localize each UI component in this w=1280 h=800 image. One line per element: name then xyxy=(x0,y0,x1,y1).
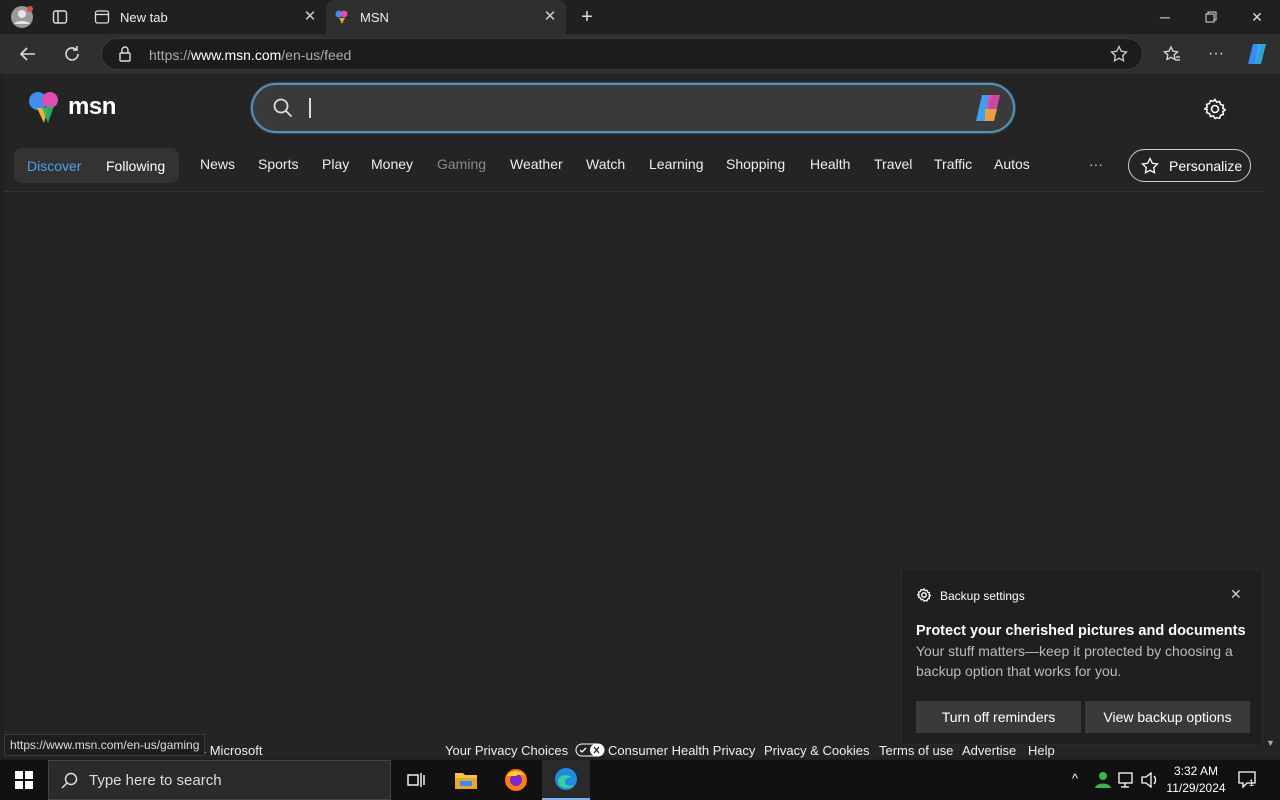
nav-sports[interactable]: Sports xyxy=(258,156,298,172)
close-window-icon[interactable]: ✕ xyxy=(1234,0,1280,34)
privacy-toggle-icon xyxy=(575,743,605,757)
advertise-link[interactable]: Advertise xyxy=(962,743,1016,758)
msn-butterfly-icon xyxy=(29,92,58,123)
network-icon[interactable] xyxy=(1118,772,1136,793)
new-tab-icon xyxy=(94,9,110,25)
file-explorer-icon[interactable] xyxy=(442,760,490,800)
action-center-icon[interactable]: 1 xyxy=(1238,771,1258,794)
toast-body: Your stuff matters—keep it protected by … xyxy=(916,643,1233,679)
browser-toolbar: https://www.msn.com/en-us/feed ··· xyxy=(0,34,1280,74)
people-tray-icon[interactable] xyxy=(1094,771,1112,794)
edge-icon[interactable] xyxy=(542,760,590,800)
notification-badge: 1 xyxy=(1249,778,1255,788)
link-status-url: https://www.msn.com/en-us/gaming xyxy=(4,734,206,756)
view-backup-options-button[interactable]: View backup options xyxy=(1085,701,1250,733)
nav-learning[interactable]: Learning xyxy=(649,156,704,172)
nav-news[interactable]: News xyxy=(200,156,235,172)
nav-play[interactable]: Play xyxy=(322,156,349,172)
minimize-icon[interactable]: ─ xyxy=(1142,0,1188,34)
windows-taskbar: Type here to search ^ 3:32 AM 11/29/2024… xyxy=(0,760,1280,800)
firefox-icon[interactable] xyxy=(492,760,540,800)
text-caret xyxy=(309,98,311,118)
backup-notification: Backup settings ✕ Protect your cherished… xyxy=(901,569,1263,745)
task-view-icon[interactable] xyxy=(392,760,440,800)
clock-date: 11/29/2024 xyxy=(1166,781,1226,795)
nav-shopping[interactable]: Shopping xyxy=(726,156,785,172)
search-input[interactable] xyxy=(251,83,1015,133)
vertical-tabs-icon[interactable] xyxy=(50,8,70,26)
nav-autos[interactable]: Autos xyxy=(994,156,1030,172)
consumer-health-link[interactable]: Consumer Health Privacy xyxy=(608,743,755,758)
back-button[interactable] xyxy=(12,38,44,70)
close-toast-icon[interactable]: ✕ xyxy=(1230,586,1242,603)
category-nav: Discover Following News Sports Play Mone… xyxy=(4,146,1262,192)
more-categories-icon[interactable]: ··· xyxy=(1089,156,1103,172)
nav-watch[interactable]: Watch xyxy=(586,156,625,172)
copilot-search-icon[interactable] xyxy=(973,93,1005,128)
terms-link[interactable]: Terms of use xyxy=(879,743,953,758)
tab-label: New tab xyxy=(120,9,168,25)
restore-icon[interactable] xyxy=(1188,0,1234,34)
turn-off-reminders-button[interactable]: Turn off reminders xyxy=(916,701,1081,733)
new-tab-plus-icon[interactable]: + xyxy=(577,6,597,28)
url-text: https://www.msn.com/en-us/feed xyxy=(149,47,352,63)
settings-gear-icon[interactable] xyxy=(1200,94,1230,124)
settings-gear-small-icon xyxy=(915,587,932,607)
scroll-down-arrow-icon[interactable]: ▼ xyxy=(1266,738,1275,748)
toast-heading: Protect your cherished pictures and docu… xyxy=(916,623,1246,639)
title-bar: New tab ✕ MSN ✕ + ─ ✕ xyxy=(0,0,1280,34)
help-link[interactable]: Help xyxy=(1028,743,1055,758)
close-tab-icon[interactable]: ✕ xyxy=(302,9,318,25)
start-windows-icon[interactable] xyxy=(0,760,48,800)
taskbar-search-input[interactable]: Type here to search xyxy=(48,760,391,800)
search-icon xyxy=(61,772,79,794)
nav-gaming[interactable]: Gaming xyxy=(437,156,486,172)
search-icon[interactable] xyxy=(273,98,293,123)
address-bar[interactable]: https://www.msn.com/en-us/feed xyxy=(101,38,1143,70)
system-clock[interactable]: 3:32 AM 11/29/2024 xyxy=(1160,763,1232,797)
nav-weather[interactable]: Weather xyxy=(510,156,563,172)
tab-msn[interactable]: MSN ✕ xyxy=(326,0,566,34)
sparkle-star-icon xyxy=(1141,156,1159,178)
clock-time: 3:32 AM xyxy=(1173,764,1219,778)
show-hidden-icons-chevron-icon[interactable]: ^ xyxy=(1072,771,1078,786)
favorite-star-icon[interactable] xyxy=(1110,44,1128,68)
tab-new-tab[interactable]: New tab ✕ xyxy=(86,0,326,34)
tab-discover[interactable]: Discover xyxy=(27,158,81,174)
favorites-icon[interactable] xyxy=(1156,38,1188,70)
nav-traffic[interactable]: Traffic xyxy=(934,156,972,172)
close-tab-icon[interactable]: ✕ xyxy=(542,9,558,25)
privacy-cookies-link[interactable]: Privacy & Cookies xyxy=(764,743,869,758)
logo-text: msn xyxy=(68,93,116,120)
tab-label: MSN xyxy=(360,9,389,25)
profile-avatar-icon[interactable] xyxy=(10,5,34,29)
personalize-label: Personalize xyxy=(1169,157,1243,174)
page-scrollbar[interactable]: ▼ xyxy=(1262,74,1280,758)
tab-following[interactable]: Following xyxy=(106,158,165,174)
privacy-choices-link[interactable]: Your Privacy Choices xyxy=(445,743,605,758)
refresh-button[interactable] xyxy=(56,38,88,70)
lock-icon[interactable] xyxy=(118,46,132,67)
more-menu-icon[interactable]: ··· xyxy=(1200,38,1232,70)
feed-toggle: Discover Following xyxy=(14,148,179,183)
nav-health[interactable]: Health xyxy=(810,156,850,172)
msn-favicon-icon xyxy=(334,9,350,25)
nav-travel[interactable]: Travel xyxy=(874,156,912,172)
volume-icon[interactable] xyxy=(1141,771,1159,793)
msn-logo[interactable]: msn xyxy=(28,90,116,124)
toast-title: Backup settings xyxy=(940,589,1025,603)
personalize-button[interactable]: Personalize xyxy=(1128,149,1251,182)
taskbar-search-placeholder: Type here to search xyxy=(89,772,222,789)
copilot-icon[interactable] xyxy=(1242,38,1274,70)
nav-money[interactable]: Money xyxy=(371,156,413,172)
